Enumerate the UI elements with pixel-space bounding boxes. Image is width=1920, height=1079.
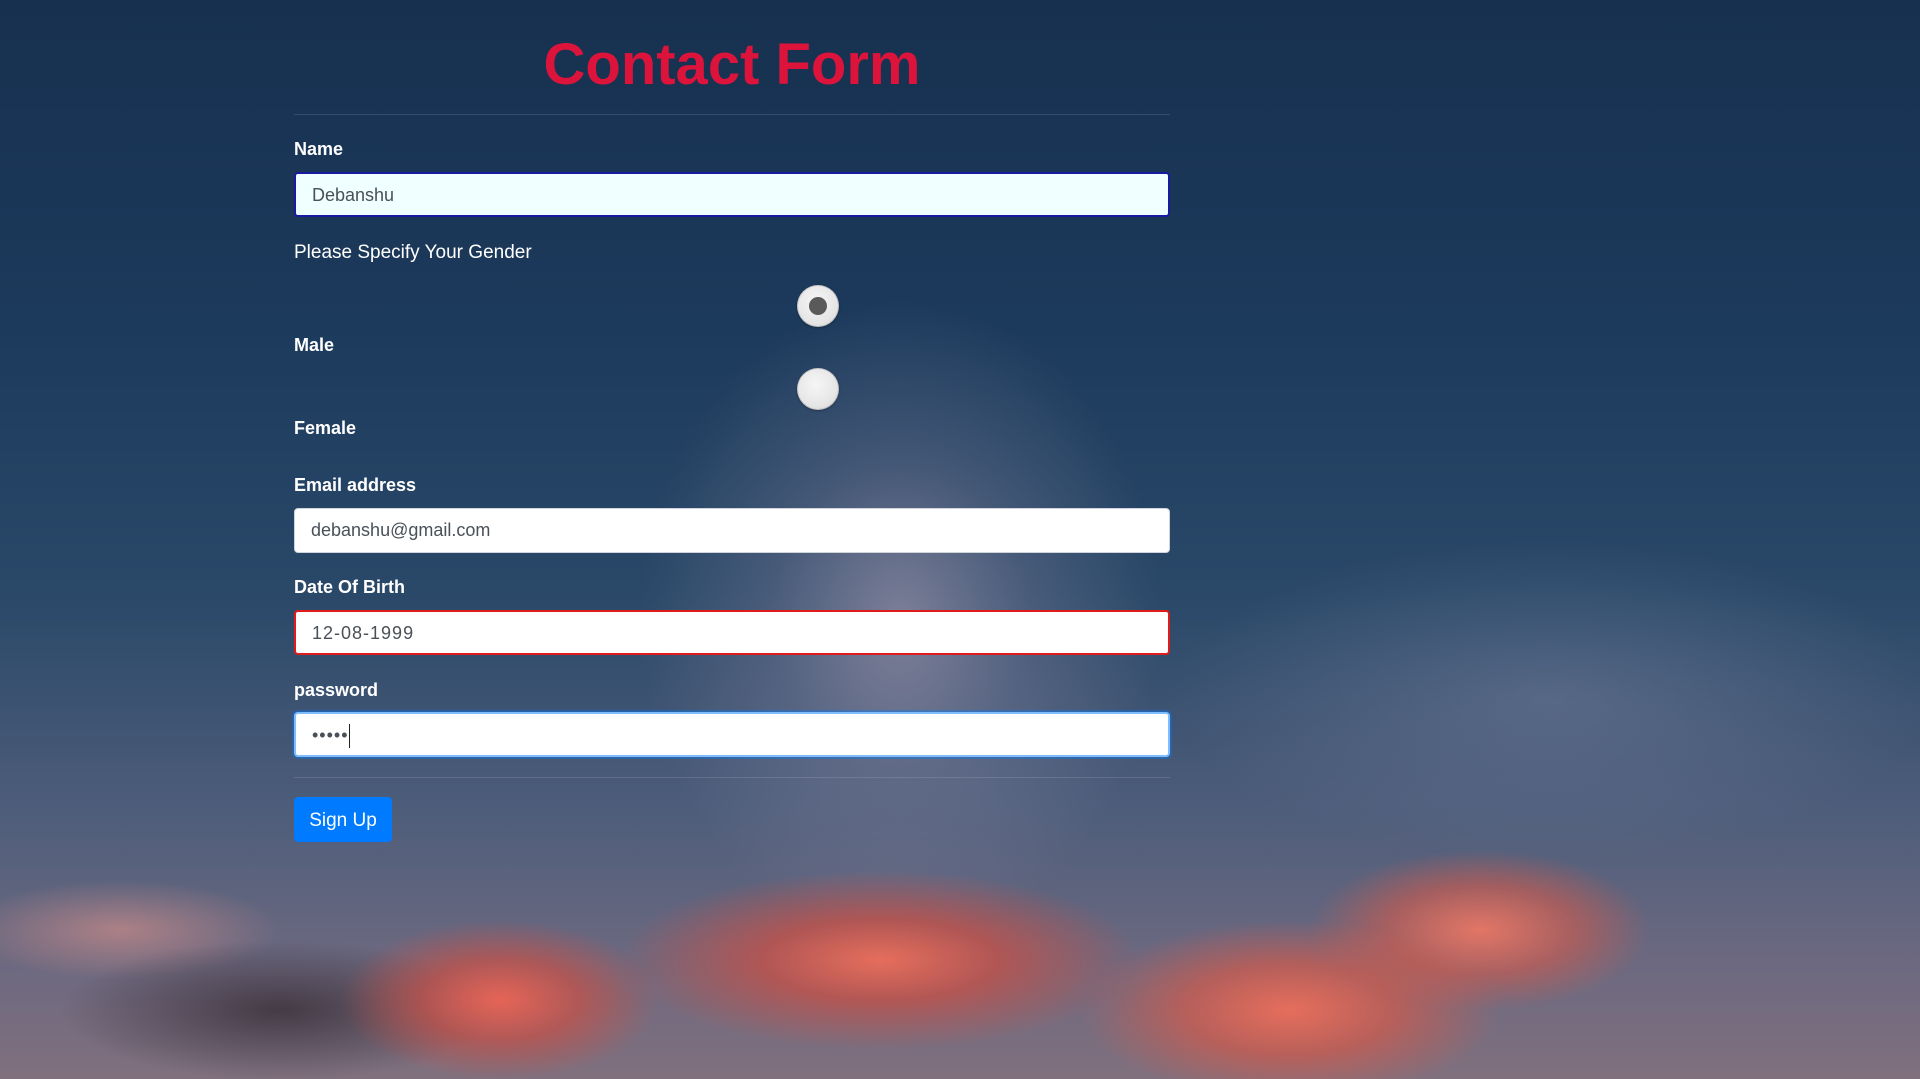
password-label: password: [294, 680, 379, 700]
gender-prompt: Please Specify Your Gender: [294, 242, 532, 263]
male-label: Male: [294, 335, 335, 355]
dob-field[interactable]: 12-08-1999: [294, 610, 1170, 655]
form-divider: [294, 777, 1170, 778]
name-label: Name: [294, 139, 344, 159]
form-title: Contact Form: [543, 32, 921, 97]
radio-male[interactable]: [797, 285, 839, 327]
email-field[interactable]: debanshu@gmail.com: [294, 508, 1170, 553]
text-caret: [348, 724, 350, 749]
sign-up-button[interactable]: Sign Up: [294, 797, 392, 842]
password-masked-value: •••••: [312, 725, 349, 745]
email-label: Email address: [294, 475, 417, 495]
radio-female[interactable]: [797, 368, 839, 410]
radio-selected-dot: [809, 297, 827, 315]
name-field[interactable]: Debanshu: [294, 172, 1170, 217]
title-divider: [294, 114, 1170, 115]
contact-form: Contact Form: [294, 0, 1170, 115]
dob-label: Date Of Birth: [294, 577, 406, 597]
password-field[interactable]: •••••: [294, 712, 1170, 757]
female-label: Female: [294, 418, 357, 438]
